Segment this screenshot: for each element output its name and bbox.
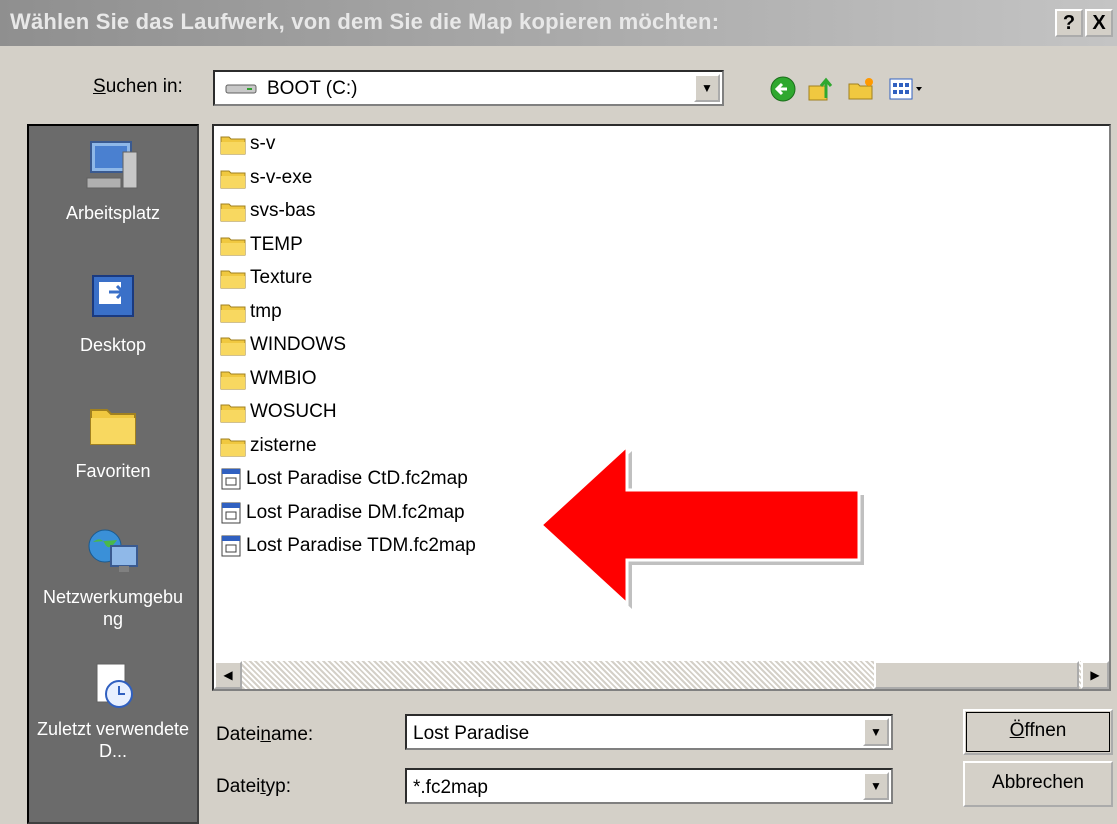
folder-icon — [220, 237, 246, 255]
folder-icon — [220, 438, 246, 456]
network-icon — [88, 529, 138, 572]
folder-icon — [220, 270, 246, 289]
hard-drive-icon — [225, 84, 257, 94]
lookin-dropdown-button[interactable]: ▼ — [694, 74, 720, 102]
lookin-combo[interactable]: BOOT (C:) ▼ — [213, 70, 724, 106]
my-computer-icon — [86, 141, 138, 189]
scroll-right-button[interactable]: ▶ — [1081, 661, 1109, 689]
red-arrow-annotation — [538, 442, 864, 609]
scroll-thumb[interactable] — [874, 661, 1079, 689]
folder-icon — [220, 404, 246, 423]
folder-icon — [220, 203, 246, 222]
folder-item[interactable]: TEMP — [220, 229, 303, 261]
file-item[interactable]: Lost Paradise CtD.fc2map — [220, 463, 468, 495]
map-file-icon — [221, 535, 241, 557]
folder-item[interactable]: WMBIO — [220, 363, 317, 395]
filename-input[interactable]: Lost Paradise ▼ — [405, 714, 893, 750]
folder-icon — [220, 170, 246, 188]
filename-label: Dateiname: — [216, 724, 314, 745]
map-file-icon — [221, 502, 241, 523]
folder-item[interactable]: s-v-exe — [220, 162, 312, 194]
file-item[interactable]: Lost Paradise DM.fc2map — [220, 497, 465, 529]
item-label: Lost Paradise DM.fc2map — [246, 501, 465, 523]
item-label: svs-bas — [250, 200, 316, 221]
filetype-value: *.fc2map — [413, 777, 488, 798]
folder-item[interactable]: WOSUCH — [220, 396, 337, 428]
map-file-icon — [221, 468, 241, 490]
filetype-select[interactable]: *.fc2map ▼ — [405, 768, 893, 804]
file-item[interactable]: Lost Paradise TDM.fc2map — [220, 530, 476, 562]
lookin-label: Suchen in: — [93, 76, 183, 97]
item-label: WINDOWS — [250, 334, 347, 355]
filetype-dropdown-button[interactable]: ▼ — [863, 772, 889, 800]
scroll-left-button[interactable]: ◀ — [214, 661, 242, 689]
item-label: Lost Paradise TDM.fc2map — [246, 535, 476, 556]
item-label: tmp — [250, 300, 282, 322]
recent-docs-icon — [96, 663, 133, 708]
dialog-title: Wählen Sie das Laufwerk, von dem Sie die… — [10, 9, 720, 34]
item-label: zisterne — [250, 434, 317, 456]
folder-item[interactable]: Texture — [220, 262, 312, 294]
item-label: s-v-exe — [250, 166, 313, 188]
folder-item[interactable]: svs-bas — [220, 195, 315, 227]
folder-icon — [220, 337, 246, 356]
filetype-label: Dateityp: — [216, 776, 291, 797]
item-label: WMBIO — [250, 367, 317, 389]
item-label: Lost Paradise CtD.fc2map — [246, 468, 468, 489]
new-folder-icon[interactable] — [846, 74, 876, 104]
folder-icon — [220, 136, 246, 155]
back-icon[interactable] — [768, 74, 798, 104]
open-button[interactable]: Öffnen — [963, 709, 1113, 755]
horizontal-scrollbar[interactable]: ◀ ▶ — [214, 661, 1109, 689]
place-favoriten[interactable]: Favoriten — [29, 396, 197, 482]
favorites-folder-icon — [90, 409, 136, 445]
item-label: s-v — [250, 133, 276, 154]
places-bar: Arbeitsplatz Desktop Favoriten Netzwerku… — [27, 124, 199, 824]
item-label: WOSUCH — [250, 401, 337, 422]
filename-value: Lost Paradise — [413, 723, 530, 744]
lookin-value: BOOT (C:) — [267, 78, 358, 99]
view-menu-icon[interactable] — [888, 74, 928, 104]
folder-icon — [220, 304, 246, 322]
help-button[interactable]: ? — [1055, 9, 1083, 37]
close-button[interactable]: X — [1085, 9, 1113, 37]
place-netzwerkumgebung[interactable]: Netzwerkumgebung — [29, 522, 197, 630]
filename-dropdown-button[interactable]: ▼ — [863, 718, 889, 746]
place-desktop[interactable]: Desktop — [29, 270, 197, 356]
item-label: TEMP — [250, 233, 303, 255]
item-label: Texture — [250, 267, 313, 288]
folder-item[interactable]: zisterne — [220, 430, 317, 462]
desktop-icon — [92, 275, 134, 317]
folder-icon — [220, 371, 246, 389]
folder-item[interactable]: s-v — [220, 128, 275, 160]
title-bar: Wählen Sie das Laufwerk, von dem Sie die… — [0, 0, 1117, 46]
folder-item[interactable]: tmp — [220, 296, 282, 328]
folder-item[interactable]: WINDOWS — [220, 329, 346, 361]
place-zuletzt-verwendete[interactable]: Zuletzt verwendete D... — [29, 662, 197, 762]
place-arbeitsplatz[interactable]: Arbeitsplatz — [29, 138, 197, 224]
cancel-button[interactable]: Abbrechen — [963, 761, 1113, 807]
up-folder-icon[interactable] — [806, 74, 836, 104]
